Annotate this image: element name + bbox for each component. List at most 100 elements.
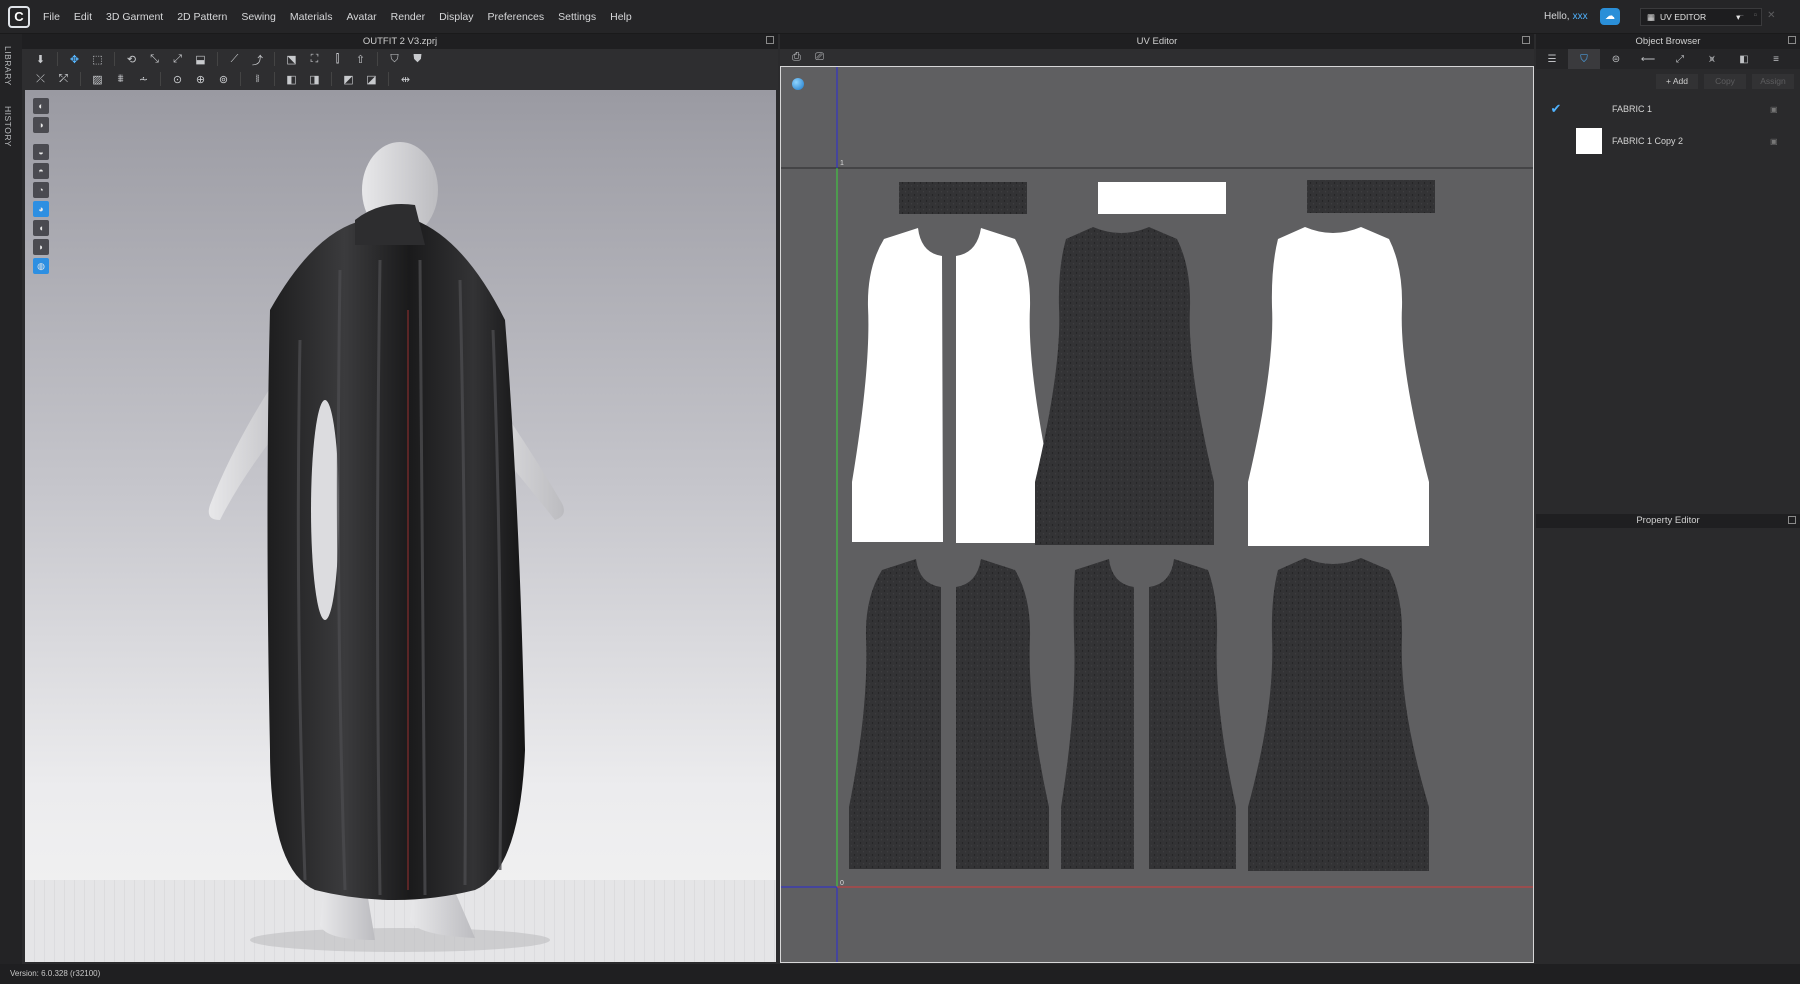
maximize-icon[interactable]: ▫: [1754, 10, 1758, 21]
pants-icon[interactable]: ⫿: [329, 52, 346, 67]
buttonhole-icon[interactable]: ⊚: [215, 72, 232, 87]
avatar-pose-icon[interactable]: ⇧: [352, 52, 369, 67]
menu-item-file[interactable]: File: [36, 11, 67, 23]
menu-item-edit[interactable]: Edit: [67, 11, 99, 23]
fabric-item[interactable]: ✔ FABRIC 1 ▣: [1536, 94, 1800, 124]
tape-icon[interactable]: ⤴: [249, 52, 266, 67]
popout-icon[interactable]: [1522, 36, 1530, 44]
avatar-with-garment[interactable]: [175, 110, 645, 962]
avatar-display-icon[interactable]: ◐: [33, 98, 49, 114]
zipper-icon[interactable]: ⧚: [249, 72, 266, 87]
garment-display-icon[interactable]: ◑: [33, 117, 49, 133]
front-left-lining: [849, 559, 941, 869]
cloud-icon[interactable]: ☁: [1600, 8, 1620, 25]
history-tab[interactable]: HISTORY: [3, 106, 13, 147]
align-icon[interactable]: ⇹: [397, 72, 414, 87]
move-icon[interactable]: ✥: [66, 52, 83, 67]
toolbar-3d-row-1: ⬇ ✥ ⬚ ⟲ ⤡ ⤢ ⬓ ⟋ ⤴ ⬔ ⛶ ⫿ ⇧ ⛉ ⛊: [32, 52, 426, 67]
add-button[interactable]: + Add: [1656, 74, 1698, 89]
minimize-icon[interactable]: –: [1738, 10, 1744, 21]
menu-item-preferences[interactable]: Preferences: [481, 11, 552, 23]
menu-item-display[interactable]: Display: [432, 11, 480, 23]
uv-view-icon[interactable]: ◕: [33, 201, 49, 217]
property-editor-header: Property Editor: [1536, 514, 1800, 528]
pin-icon[interactable]: ⬓: [192, 52, 209, 67]
camera-icon[interactable]: ⎚: [811, 50, 828, 65]
toolbar-3d-row-2: ⤫ ⤱ ▨ ⩩ ⩪ ⊙ ⊕ ⊚ ⧚ ◧ ◨ ◩ ◪ ⇹: [32, 72, 414, 87]
transform-icon[interactable]: ⬚: [89, 52, 106, 67]
fabric-menu-icon[interactable]: ▣: [1770, 105, 1800, 114]
garment-icon[interactable]: ⛶: [306, 52, 323, 67]
collar-piece: [1098, 182, 1226, 214]
separator: [274, 52, 275, 66]
fabric-item[interactable]: FABRIC 1 Copy 2 ▣: [1536, 126, 1800, 156]
sewing-icon[interactable]: ⤫: [32, 72, 49, 87]
menu-item-settings[interactable]: Settings: [551, 11, 603, 23]
menu-item-help[interactable]: Help: [603, 11, 639, 23]
shirt-icon[interactable]: ⛉: [386, 52, 403, 67]
mesh-icon[interactable]: ◖: [33, 220, 49, 236]
copy-button[interactable]: Copy: [1704, 74, 1746, 89]
main-menu: File Edit 3D Garment 2D Pattern Sewing Materi…: [36, 0, 639, 34]
button-select-icon[interactable]: ⊕: [192, 72, 209, 87]
trim-select-icon[interactable]: ◪: [363, 72, 380, 87]
button-icon[interactable]: ⊙: [169, 72, 186, 87]
close-icon[interactable]: ✕: [1767, 10, 1775, 21]
username[interactable]: xxx: [1573, 11, 1588, 22]
popout-icon[interactable]: [766, 36, 774, 44]
pin-tool-icon[interactable]: ⤱: [55, 72, 72, 87]
avatar-icon[interactable]: ◗: [33, 239, 49, 255]
library-tab[interactable]: LIBRARY: [3, 46, 13, 86]
status-bar: Version: 6.0.328 (r32100): [0, 964, 1800, 984]
uv-editor-header: UV Editor: [780, 34, 1534, 49]
separator: [160, 72, 161, 86]
topstitch-icon[interactable]: ⟵: [1632, 49, 1664, 69]
menu-item-render[interactable]: Render: [384, 11, 432, 23]
popout-icon[interactable]: [1788, 36, 1796, 44]
shirt-alt-icon[interactable]: ⛊: [409, 52, 426, 67]
puckering-icon[interactable]: ⩪: [135, 72, 152, 87]
globe-icon[interactable]: [792, 78, 804, 90]
separator: [240, 72, 241, 86]
arrange-icon[interactable]: ⬔: [283, 52, 300, 67]
list-icon[interactable]: ☰: [1536, 49, 1568, 69]
menu-item-sewing[interactable]: Sewing: [234, 11, 282, 23]
select-icon[interactable]: ⬇: [32, 52, 49, 67]
shaded-texture-icon[interactable]: ◒: [33, 144, 49, 160]
app-logo[interactable]: C: [8, 6, 30, 28]
trim-icon[interactable]: ◧: [1728, 49, 1760, 69]
separator: [80, 72, 81, 86]
uv-canvas[interactable]: 1 0: [780, 66, 1534, 963]
avatar-visibility-icon[interactable]: ◔: [33, 182, 49, 198]
user-greeting: Hello, xxx: [1544, 11, 1588, 22]
assign-button[interactable]: Assign: [1752, 74, 1794, 89]
fabric-icon[interactable]: ⛉: [1568, 49, 1600, 69]
left-tab-strip: LIBRARY HISTORY: [0, 34, 22, 964]
fold-icon[interactable]: ⤡: [146, 52, 163, 67]
measure-icon[interactable]: ⟋: [226, 52, 243, 67]
tape-tool-icon[interactable]: ◧: [283, 72, 300, 87]
trim-icon[interactable]: ◩: [340, 72, 357, 87]
menu-item-2d-pattern[interactable]: 2D Pattern: [170, 11, 234, 23]
menu-item-avatar[interactable]: Avatar: [339, 11, 383, 23]
thickness-icon[interactable]: ◓: [33, 163, 49, 179]
separator: [377, 52, 378, 66]
menu-item-materials[interactable]: Materials: [283, 11, 340, 23]
globe-icon[interactable]: ◍: [33, 258, 49, 274]
more-icon[interactable]: ≡: [1760, 49, 1792, 69]
topstitch-icon[interactable]: ⩩: [112, 72, 129, 87]
snapshot-icon[interactable]: ⎙: [788, 50, 805, 65]
viewport-3d[interactable]: ◐ ◑ ◒ ◓ ◔ ◕ ◖ ◗ ◍: [25, 90, 776, 962]
graphic-icon[interactable]: ◨: [306, 72, 323, 87]
flip-icon[interactable]: ⤢: [169, 52, 186, 67]
texture-icon[interactable]: ▨: [89, 72, 106, 87]
popout-icon[interactable]: [1788, 516, 1796, 524]
tape-icon[interactable]: ⤢: [1664, 49, 1696, 69]
front-left-piece: [852, 228, 943, 542]
fabric-menu-icon[interactable]: ▣: [1770, 137, 1800, 146]
rotate-icon[interactable]: ⟲: [123, 52, 140, 67]
button-icon[interactable]: ⊜: [1600, 49, 1632, 69]
menu-item-3d-garment[interactable]: 3D Garment: [99, 11, 170, 23]
viewport-3d-header: OUTFIT 2 V3.zprj: [22, 34, 778, 49]
zipper-icon[interactable]: ⩙: [1696, 49, 1728, 69]
